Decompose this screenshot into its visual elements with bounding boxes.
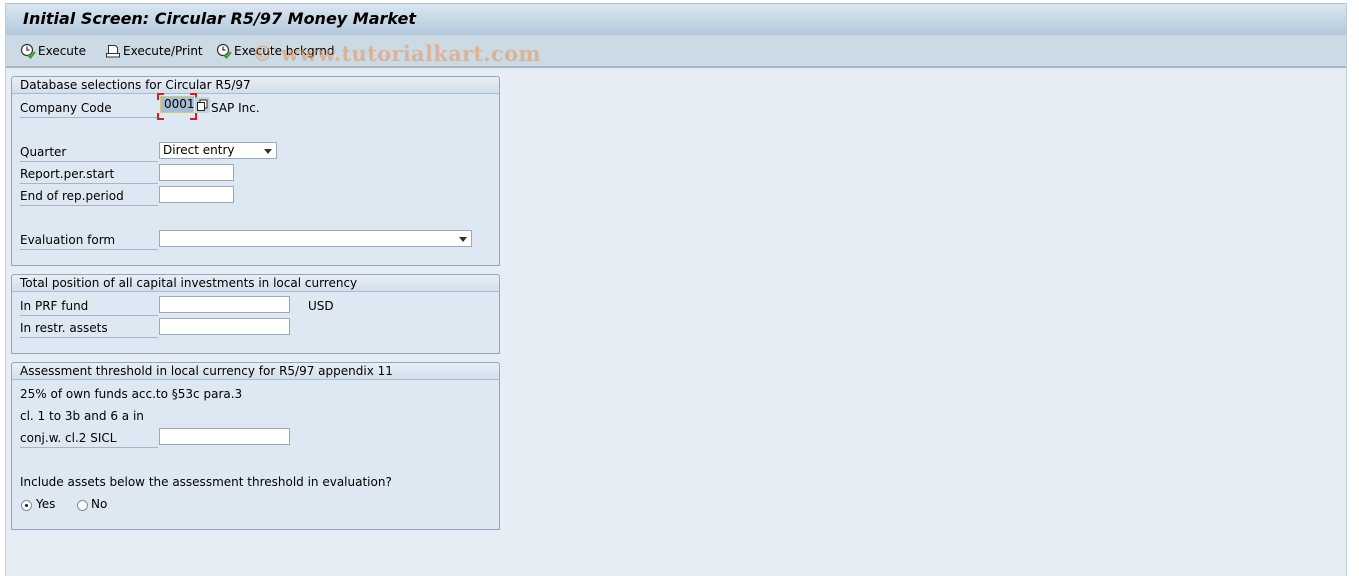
execute-clock-icon — [20, 43, 36, 59]
title-bar: Initial Screen: Circular R5/97 Money Mar… — [6, 3, 1346, 36]
evaluation-form-label: Evaluation form — [20, 231, 158, 250]
execute-background-label: Execute bckgrnd — [234, 44, 335, 58]
report-start-label: Report.per.start — [20, 165, 158, 184]
database-selections-group: Database selections for Circular R5/97 C… — [11, 76, 500, 266]
quarter-label: Quarter — [20, 143, 158, 162]
application-toolbar: Execute Execute/Print Execute bckgrnd — [6, 35, 1346, 68]
focus-corner — [190, 113, 197, 120]
group-heading: Total position of all capital investment… — [12, 275, 499, 292]
dropdown-arrow-icon — [264, 149, 272, 154]
restr-assets-input[interactable] — [159, 318, 290, 335]
screen-title: Initial Screen: Circular R5/97 Money Mar… — [23, 9, 416, 28]
company-name: SAP Inc. — [211, 101, 260, 115]
execute-label: Execute — [38, 44, 86, 58]
group-heading: Database selections for Circular R5/97 — [12, 77, 499, 94]
threshold-text-line2: cl. 1 to 3b and 6 a in — [20, 409, 144, 423]
company-code-input[interactable]: 0001 — [160, 96, 195, 113]
total-position-group: Total position of all capital investment… — [11, 274, 500, 354]
quarter-dropdown[interactable]: Direct entry — [159, 142, 277, 159]
copy-icon — [197, 99, 208, 111]
execute-print-button[interactable]: Execute/Print — [105, 43, 203, 59]
include-assets-question: Include assets below the assessment thre… — [20, 475, 392, 489]
assessment-threshold-group: Assessment threshold in local currency f… — [11, 362, 500, 530]
report-end-input[interactable] — [159, 186, 234, 203]
focus-corner — [157, 93, 164, 100]
focus-corner — [157, 113, 164, 120]
execute-background-button[interactable]: Execute bckgrnd — [216, 43, 335, 59]
execute-print-label: Execute/Print — [123, 44, 203, 58]
company-code-label: Company Code — [20, 99, 158, 118]
threshold-input[interactable] — [159, 428, 290, 445]
value-help-button[interactable] — [195, 97, 210, 113]
report-end-label: End of rep.period — [20, 187, 158, 206]
group-heading: Assessment threshold in local currency f… — [12, 363, 499, 380]
no-label[interactable]: No — [91, 495, 107, 513]
prf-fund-input[interactable] — [159, 296, 290, 313]
sicl-label: conj.w. cl.2 SICL — [20, 429, 158, 448]
report-start-input[interactable] — [159, 164, 234, 181]
threshold-text-line1: 25% of own funds acc.to §53c para.3 — [20, 387, 243, 401]
restr-assets-label: In restr. assets — [20, 319, 158, 338]
sap-window: Initial Screen: Circular R5/97 Money Mar… — [5, 3, 1347, 576]
currency-label: USD — [308, 299, 334, 313]
yes-radio[interactable] — [21, 500, 32, 511]
background-clock-icon — [216, 43, 232, 59]
evaluation-form-dropdown[interactable] — [159, 230, 472, 247]
prf-fund-label: In PRF fund — [20, 297, 158, 316]
dropdown-arrow-icon — [459, 237, 467, 242]
no-radio[interactable] — [77, 500, 88, 511]
execute-button[interactable]: Execute — [20, 43, 86, 59]
quarter-value: Direct entry — [163, 143, 235, 157]
printer-icon — [105, 43, 121, 59]
yes-label[interactable]: Yes — [36, 495, 55, 513]
